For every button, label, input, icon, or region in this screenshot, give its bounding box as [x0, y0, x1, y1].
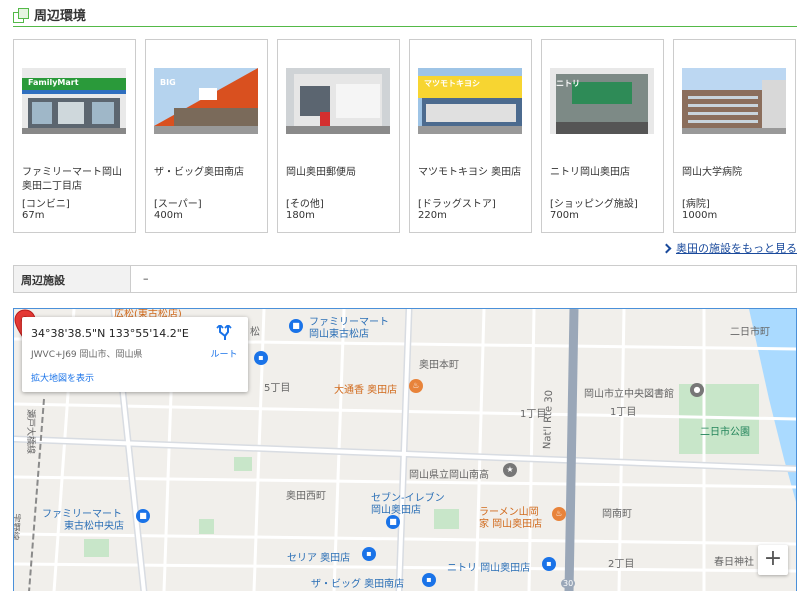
map-label: 瀬戸大橋線 [25, 409, 35, 455]
map-label: ニトリ 岡山奥田店 [447, 563, 531, 574]
facility-distance: 220m [418, 210, 447, 221]
map-coordinates: 34°38'38.5"N 133°55'14.2"E [31, 327, 189, 340]
facility-photo-label: マツモトキヨシ [424, 79, 480, 88]
facility-photo-label: BIG [160, 78, 176, 87]
section-header: 周辺環境 [13, 3, 797, 27]
facility-category: [病院] [682, 199, 710, 210]
map-label: 5丁目 [264, 383, 291, 394]
enlarge-map-link[interactable]: 拡大地図を表示 [31, 371, 94, 384]
shop-pin-icon[interactable]: ▪ [542, 557, 556, 571]
map-label: 奥田本町 [419, 360, 459, 371]
facility-photo: BIG [154, 68, 258, 134]
restaurant-pin-icon[interactable]: ♨ [409, 379, 423, 393]
more-facilities-label: 奥田の施設をもっと見る [676, 242, 797, 255]
facility-card[interactable]: 岡山大学病院 [病院] 1000m [673, 39, 796, 233]
map-label: 1丁目 [610, 407, 637, 418]
nearby-value: – [143, 272, 149, 285]
map-label: 2丁目 [608, 559, 635, 570]
map-label: 東古松中央店 [64, 521, 124, 532]
facility-photo: FamilyMart [22, 68, 126, 134]
store-pin-icon[interactable]: ■ [289, 319, 303, 333]
facility-distance: 180m [286, 210, 315, 221]
facility-distance: 67m [22, 210, 45, 221]
map-label: 二日市町 [730, 327, 770, 338]
facility-distance: 700m [550, 210, 579, 221]
map-label: 岡山奥田店 [371, 505, 421, 516]
facility-card[interactable]: マツモトキヨシマツモトキヨシ 奥田店 [ドラッグストア] 220m [409, 39, 532, 233]
map-label: 家 岡山奥田店 [479, 519, 543, 530]
facility-category: [ドラッグストア] [418, 199, 496, 210]
facility-photo [286, 68, 390, 134]
facility-card[interactable]: FamilyMart ファミリーマート岡山奥田二丁目店 [コンビニ] 67m [13, 39, 136, 233]
map-info-box: 34°38'38.5"N 133°55'14.2"E JWVC+J69 岡山市、… [22, 317, 248, 392]
map-label: 大通香 奥田店 [334, 385, 398, 396]
facility-card[interactable]: BIG ザ・ビッグ奥田南店 [スーパー] 400m [145, 39, 268, 233]
route-label: ルート [210, 350, 238, 360]
store-pin-icon[interactable]: ■ [136, 509, 150, 523]
zoom-in-button[interactable]: + [758, 545, 788, 575]
facility-name: ザ・ビッグ奥田南店 [154, 167, 244, 178]
nearby-label: 周辺施設 [14, 266, 131, 292]
route-shield: 30 [561, 579, 576, 588]
section-title: 周辺環境 [34, 9, 87, 24]
facility-category: [スーパー] [154, 199, 202, 210]
shop-pin-icon[interactable]: ▪ [362, 547, 376, 561]
facility-card[interactable]: 岡山奥田郵便局 [その他] 180m [277, 39, 400, 233]
facility-photo: マツモトキヨシ [418, 68, 522, 134]
map-plus-code: JWVC+J69 岡山市、岡山県 [31, 350, 143, 360]
map-label: 二日市公園 [700, 427, 750, 438]
map-label: 岡山東古松店 [309, 329, 369, 340]
section-icon [13, 7, 29, 23]
map-label: 岡山県立岡山南高 [409, 470, 489, 481]
directions-icon [216, 323, 232, 340]
library-pin-icon[interactable]: ● [690, 383, 704, 397]
convenience-pin-icon[interactable]: ■ [386, 515, 400, 529]
map-label: Nat'l Rte 30 [542, 389, 556, 450]
facility-name: マツモトキヨシ 奥田店 [418, 167, 522, 178]
map-label: 松 [250, 327, 260, 338]
facility-name: ファミリーマート岡山奥田二丁目店 [22, 167, 122, 192]
facility-card[interactable]: ニトリニトリ岡山奥田店 [ショッピング施設] 700m [541, 39, 664, 233]
school-pin-icon[interactable]: ★ [503, 463, 517, 477]
map[interactable]: ファミリーマート 岡山東古松店 ■ 広松(東古松店) 松 ▪ 奥田本町 大通香 … [13, 308, 797, 591]
facility-photo-label: FamilyMart [28, 78, 79, 87]
map-label: 春日神社 [714, 557, 754, 568]
map-label: 岡山市立中央図書館 [584, 389, 674, 400]
chevron-right-icon [661, 243, 672, 253]
ramen-pin-icon[interactable]: ♨ [552, 507, 566, 521]
more-facilities-link[interactable]: 奥田の施設をもっと見る [661, 240, 797, 256]
map-label: ザ・ビッグ 奥田南店 [311, 579, 405, 590]
facility-name: ニトリ岡山奥田店 [550, 167, 630, 178]
shop-pin-icon[interactable]: ▪ [254, 351, 268, 365]
map-label: 岡南町 [602, 509, 632, 520]
route-button[interactable]: ルート [204, 323, 244, 360]
facility-photo: ニトリ [550, 68, 654, 134]
facility-cards: FamilyMart ファミリーマート岡山奥田二丁目店 [コンビニ] 67m BIG ザ・… [13, 39, 797, 233]
facility-name: 岡山奥田郵便局 [286, 167, 356, 178]
facility-name: 岡山大学病院 [682, 167, 742, 178]
map-label: 奥田西町 [286, 491, 326, 502]
nearby-table: 周辺施設 – [13, 265, 797, 293]
facility-category: [コンビニ] [22, 199, 70, 210]
cart-pin-icon[interactable]: ▪ [422, 573, 436, 587]
facility-category: [ショッピング施設] [550, 199, 638, 210]
map-label: セリア 奥田店 [287, 553, 351, 564]
facility-category: [その他] [286, 199, 324, 210]
facility-photo [682, 68, 786, 134]
facility-distance: 400m [154, 210, 183, 221]
facility-photo-label: ニトリ [556, 79, 580, 88]
facility-distance: 1000m [682, 210, 718, 221]
